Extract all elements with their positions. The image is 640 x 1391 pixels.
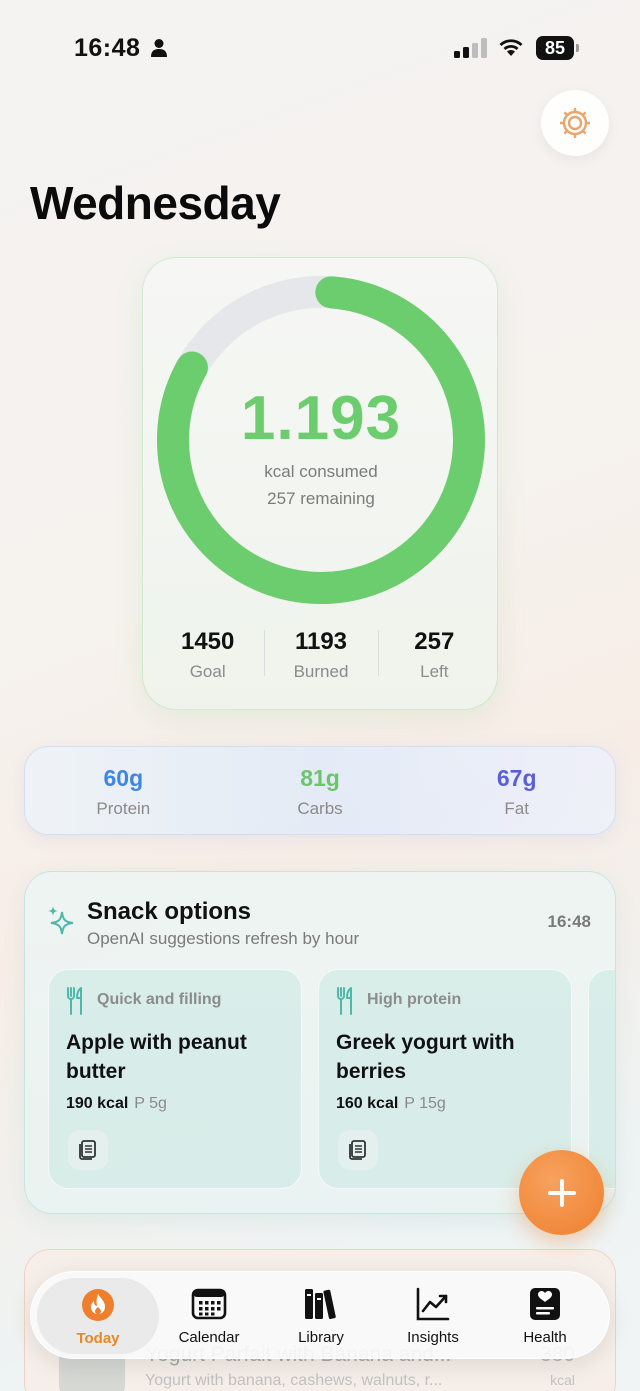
signal-icon [454,38,487,58]
stat-goal-label: Goal [189,662,226,681]
settings-button[interactable] [541,90,609,156]
snack-option-card[interactable]: High protein Greek yogurt with berries 1… [318,969,572,1189]
snack-option-protein: P 5g [134,1095,167,1112]
tab-health[interactable]: Health [487,1272,603,1360]
snack-option-kcal: 190 kcal [66,1095,129,1112]
tab-today-label: Today [76,1330,120,1347]
recipe-button[interactable] [338,1130,378,1170]
calories-remaining-label: 257 remaining [267,489,375,508]
snack-options-title: Snack options [87,898,252,925]
fork-knife-icon [337,987,352,1015]
person-icon [151,39,167,57]
tab-bar: Today Calendar Library Insights Health [30,1271,610,1359]
macro-carbs: 81g Carbs [222,747,419,834]
tab-insights[interactable]: Insights [375,1272,491,1360]
tab-calendar[interactable]: Calendar [151,1272,267,1360]
snack-option-meta: 190 kcal P 5g [66,1095,167,1113]
macro-carbs-label: Carbs [297,799,343,818]
snack-options-card: Snack options OpenAI suggestions refresh… [24,871,616,1214]
status-time: 16:48 [74,34,141,62]
snack-option-name: Apple with peanut butter [66,1031,247,1083]
calorie-card[interactable]: 1.193 kcal consumed 257 remaining 1450 G… [142,257,498,710]
calories-consumed-label: kcal consumed [264,462,378,481]
books-icon [305,1289,336,1320]
snack-option-kcal: 160 kcal [336,1095,399,1112]
snack-option-tag: High protein [367,991,462,1008]
stat-left-value: 257 [414,628,455,655]
snack-option-card[interactable]: Quick and filling Apple with peanut butt… [48,969,302,1189]
stat-burned-value: 1193 [294,628,348,655]
macro-protein-label: Protein [96,799,151,818]
macro-fat: 67g Fat [418,747,615,834]
stat-left: 257 Left [377,628,491,682]
snack-option-meta: 160 kcal P 15g [336,1095,446,1113]
battery-level: 85 [536,36,574,60]
tab-library[interactable]: Library [263,1272,379,1360]
snack-option-tag: Quick and filling [97,991,222,1008]
snack-option-name: Greek yogurt with berries [336,1031,515,1083]
snack-option-protein: P 15g [404,1095,446,1112]
tab-today[interactable]: Today [37,1278,159,1354]
macro-protein: 60g Protein [25,747,222,834]
plus-icon [547,1178,576,1207]
document-icon [79,1140,96,1160]
status-bar: 16:48 85 [0,0,640,96]
meal-description: Yogurt with banana, cashews, walnuts, r.… [145,1372,443,1389]
battery-icon: 85 [536,36,580,60]
macros-card[interactable]: 60g Protein 81g Carbs 67g Fat [24,746,616,835]
macro-carbs-value: 81g [300,765,340,791]
stat-burned-label: Burned [293,662,349,681]
snack-option-card-partial[interactable] [588,969,615,1189]
health-record-icon [530,1288,560,1320]
flame-icon [82,1289,114,1321]
chart-icon [416,1287,450,1321]
add-button[interactable] [519,1150,604,1235]
recipe-button[interactable] [68,1130,108,1170]
macro-fat-value: 67g [496,765,537,791]
macro-fat-label: Fat [504,799,529,818]
wifi-icon [499,39,523,56]
calories-consumed-value: 1.193 [240,384,402,453]
tab-health-label: Health [523,1329,567,1346]
tab-insights-label: Insights [407,1329,459,1346]
page-title: Wednesday [30,177,281,229]
snack-options-subtitle: OpenAI suggestions refresh by hour [87,929,360,948]
tab-calendar-label: Calendar [178,1329,240,1346]
stat-goal-value: 1450 [180,628,235,655]
snack-options-time: 16:48 [547,912,591,931]
sparkle-icon [48,906,74,935]
gear-icon [560,108,590,138]
stat-burned: 1193 Burned [264,628,377,682]
fork-knife-icon [67,987,82,1015]
document-icon [349,1140,366,1160]
calendar-icon [191,1288,227,1320]
stat-left-label: Left [420,662,449,681]
meal-kcal-unit: kcal [550,1372,575,1388]
tab-library-label: Library [298,1329,344,1346]
stat-goal: 1450 Goal [151,628,264,682]
macro-protein-value: 60g [103,765,144,791]
calorie-stats: 1450 Goal 1193 Burned 257 Left [151,628,491,682]
